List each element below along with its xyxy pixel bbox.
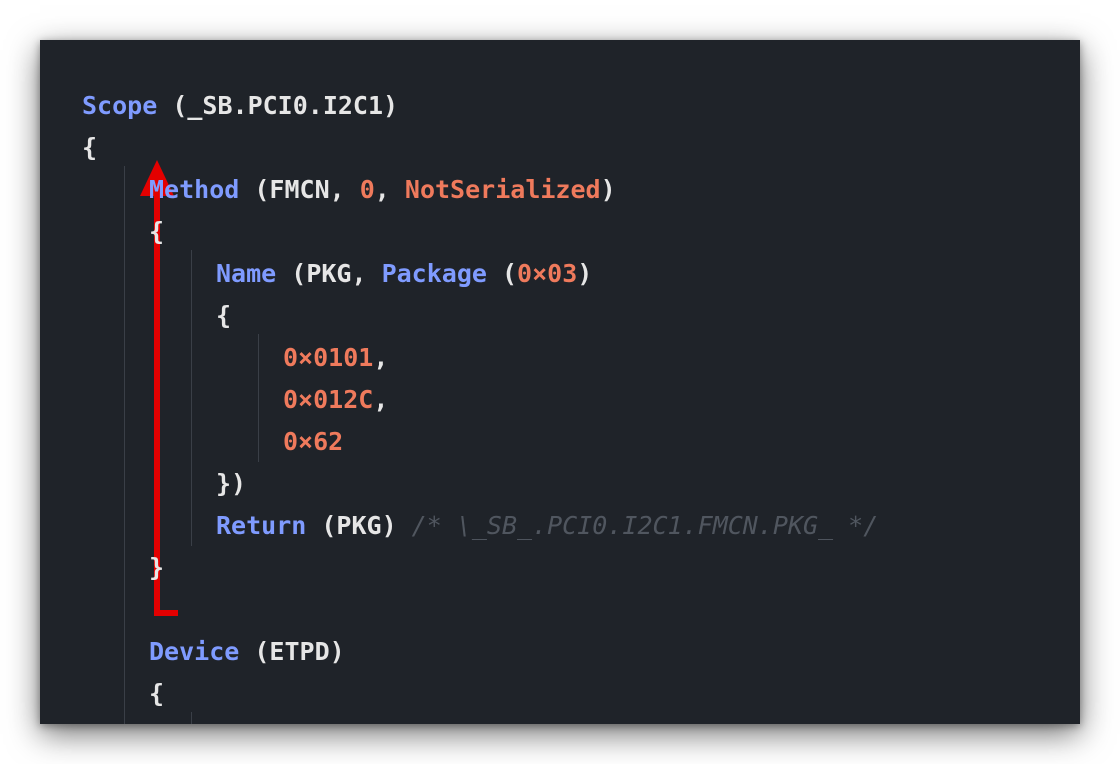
code-line: 0×012C, — [283, 379, 388, 421]
code-token-text: { — [216, 301, 232, 330]
indent-guide-level-1 — [124, 166, 125, 724]
code-token-keyword: ResourceTemplate — [397, 721, 638, 724]
code-window: Scope (_SB.PCI0.I2C1) { Method (FMCN, 0, N… — [40, 40, 1080, 724]
code-token-text: } — [149, 553, 165, 582]
code-line: { — [216, 295, 231, 337]
code-token-text: (ETPD) — [239, 637, 345, 666]
code-token-literal: 0×03 — [517, 259, 578, 288]
code-token-text: ) — [577, 259, 593, 288]
code-line: Name (SBFB, ResourceTemplate () — [216, 715, 683, 724]
code-line: 0×0101, — [283, 337, 388, 379]
code-line: { — [149, 211, 164, 253]
code-line: }) — [216, 463, 246, 505]
code-token-text: , — [373, 343, 389, 372]
code-token-literal: 0×62 — [283, 427, 344, 456]
code-editor[interactable]: Scope (_SB.PCI0.I2C1) { Method (FMCN, 0, N… — [40, 40, 1080, 724]
code-token-keyword: Scope — [82, 91, 158, 120]
code-token-literal: 0 — [359, 175, 375, 204]
code-line: Scope (_SB.PCI0.I2C1) — [82, 85, 398, 127]
code-token-keyword: Method — [149, 175, 240, 204]
code-token-text: (FMCN, — [239, 175, 360, 204]
code-line: Name (PKG, Package (0×03) — [216, 253, 592, 295]
code-token-text: (PKG, — [276, 259, 382, 288]
code-token-text: (SBFB, — [276, 721, 396, 724]
code-line: Method (FMCN, 0, NotSerialized) — [149, 169, 616, 211]
code-token-text: ( — [486, 259, 518, 288]
code-token-keyword: Name — [216, 721, 276, 724]
code-line: Return (PKG) /* \_SB_.PCI0.I2C1.FMCN.PKG… — [216, 505, 878, 547]
code-token-text: ) — [600, 175, 616, 204]
annotation-arrow-base — [154, 610, 178, 616]
code-line: Device (ETPD) — [149, 631, 345, 673]
code-token-keyword: Package — [381, 259, 487, 288]
code-token-text: , — [373, 385, 389, 414]
indent-guide-level-2-device — [191, 712, 192, 724]
code-token-literal: 0×0101 — [283, 343, 374, 372]
code-token-comment: /* \_SB_.PCI0.I2C1.FMCN.PKG_ */ — [411, 511, 879, 540]
code-line: } — [149, 547, 164, 589]
code-token-text: { — [149, 217, 165, 246]
code-token-text: () — [637, 721, 683, 724]
code-token-literal: 0×012C — [283, 385, 374, 414]
code-token-text: }) — [216, 469, 247, 498]
code-token-text: { — [149, 679, 165, 708]
code-token-text: , — [374, 175, 405, 204]
code-token-text: { — [82, 133, 98, 162]
code-token-keyword: Device — [149, 637, 240, 666]
code-token-literal: NotSerialized — [404, 175, 601, 204]
code-token-keyword: Return — [216, 511, 307, 540]
code-token-text: (PKG) — [306, 511, 412, 540]
code-line: { — [82, 127, 97, 169]
indent-guide-level-2 — [191, 250, 192, 546]
code-token-keyword: Name — [216, 259, 277, 288]
code-line: { — [149, 673, 164, 715]
code-token-text: (_SB.PCI0.I2C1) — [157, 91, 399, 120]
code-line: 0×62 — [283, 421, 343, 463]
indent-guide-level-3 — [258, 334, 259, 462]
